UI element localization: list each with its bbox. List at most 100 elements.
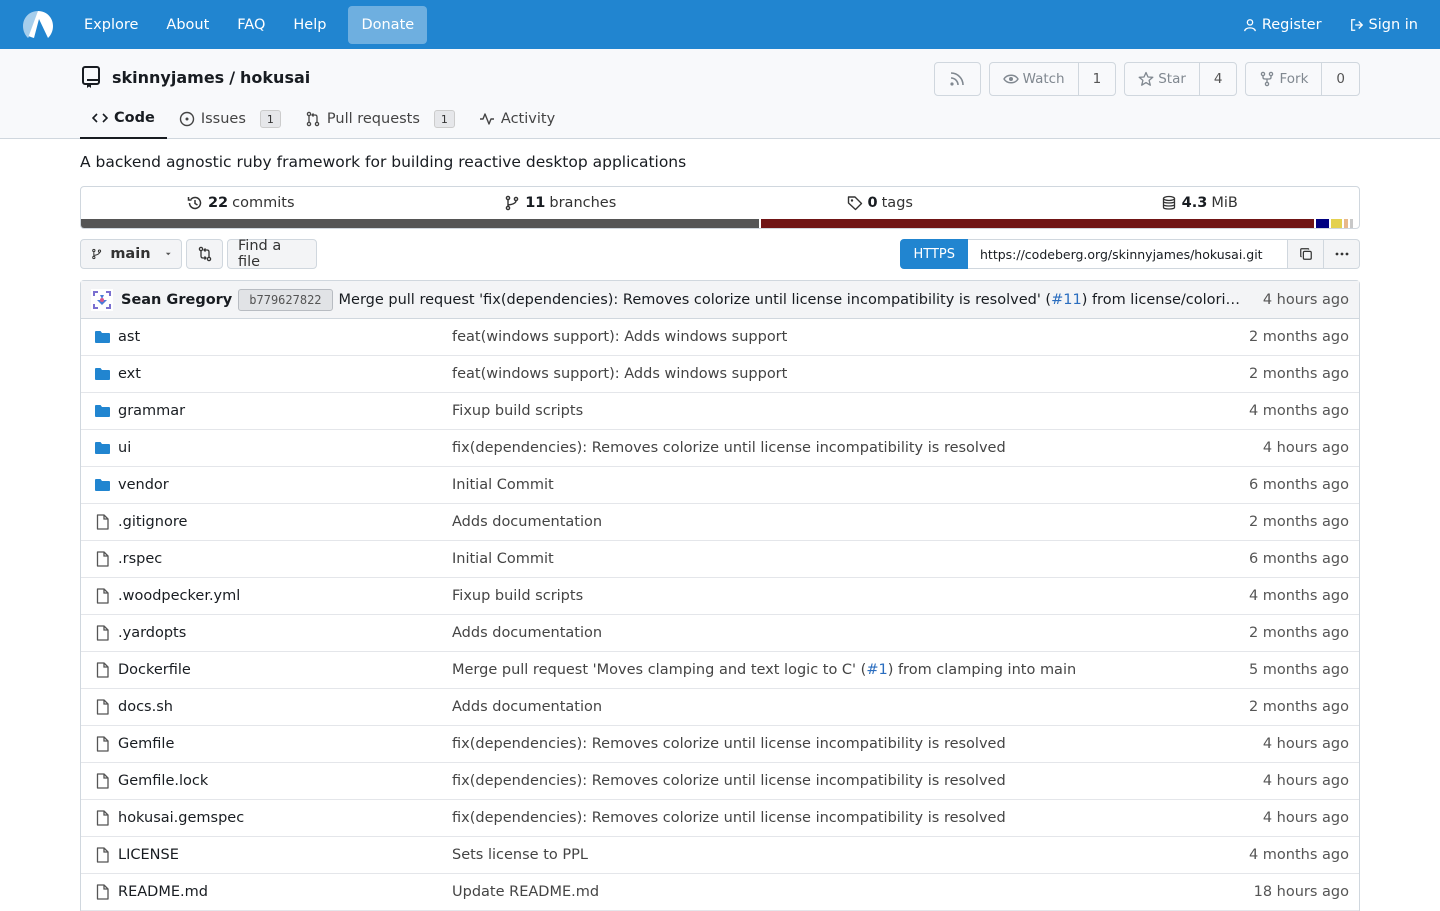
row-commit-message[interactable]: Fixup build scripts [452,403,1209,419]
nav-explore[interactable]: Explore [70,6,152,44]
row-pr-link[interactable]: #1 [866,662,887,678]
row-commit-message[interactable]: Initial Commit [452,551,1209,567]
file-name[interactable]: hokusai.gemspec [118,810,244,826]
commits-stat[interactable]: 22 commits [81,195,401,211]
language-segment[interactable] [1350,219,1356,228]
repo-owner-link[interactable]: skinnyjames [112,68,224,87]
branch-selector[interactable]: main [80,239,182,269]
file-name[interactable]: Dockerfile [118,662,191,678]
sign-in-link[interactable]: Sign in [1336,6,1432,44]
file-entry[interactable]: .gitignore [94,514,452,530]
branches-label: branches [549,195,617,211]
row-commit-message[interactable]: Update README.md [452,884,1209,900]
nav-faq[interactable]: FAQ [223,6,279,44]
register-label: Register [1261,16,1322,33]
language-bar[interactable] [81,219,1359,228]
donate-button[interactable]: Donate [348,5,428,44]
commit-sha[interactable]: b779627822 [238,288,333,311]
row-commit-message[interactable]: fix(dependencies): Removes colorize unti… [452,773,1209,789]
tab-code[interactable]: Code [80,99,167,139]
tags-count: 0 [867,195,878,211]
file-name[interactable]: docs.sh [118,699,173,715]
file-entry[interactable]: ast [94,329,452,345]
file-name[interactable]: .woodpecker.yml [118,588,240,604]
file-name[interactable]: ast [118,329,140,345]
file-entry[interactable]: ext [94,366,452,382]
fork-button[interactable]: Fork 0 [1245,62,1360,96]
commit-message[interactable]: Merge pull request 'fix(dependencies): R… [339,292,1243,308]
file-entry[interactable]: vendor [94,477,452,493]
file-entry[interactable]: hokusai.gemspec [94,810,452,826]
file-name[interactable]: .yardopts [118,625,186,641]
row-commit-message[interactable]: fix(dependencies): Removes colorize unti… [452,440,1209,456]
row-commit-message[interactable]: fix(dependencies): Removes colorize unti… [452,736,1209,752]
commit-pr-link[interactable]: #11 [1051,292,1082,308]
row-commit-message[interactable]: Initial Commit [452,477,1209,493]
nav-about[interactable]: About [152,6,223,44]
fork-count[interactable]: 0 [1321,63,1359,95]
row-commit-message[interactable]: Adds documentation [452,699,1209,715]
pulse-icon [479,113,494,125]
tags-stat[interactable]: 0 tags [720,195,1040,211]
file-name[interactable]: grammar [118,403,185,419]
tab-code-label: Code [114,110,155,126]
file-icon [96,810,109,826]
row-commit-message[interactable]: Sets license to PPL [452,847,1209,863]
file-entry[interactable]: Dockerfile [94,662,452,678]
copy-url-button[interactable] [1288,239,1324,269]
star-button[interactable]: Star 4 [1124,62,1238,96]
file-name[interactable]: Gemfile.lock [118,773,208,789]
file-name[interactable]: vendor [118,477,169,493]
language-segment[interactable] [760,219,1316,228]
avatar[interactable] [91,288,113,311]
file-name[interactable]: Gemfile [118,736,174,752]
watch-count[interactable]: 1 [1077,63,1116,95]
file-entry[interactable]: Gemfile [94,736,452,752]
row-commit-message[interactable]: Fixup build scripts [452,588,1209,604]
row-commit-message[interactable]: Adds documentation [452,514,1209,530]
find-file-button[interactable]: Find a file [227,238,317,270]
row-commit-message[interactable]: fix(dependencies): Removes colorize unti… [452,810,1209,826]
https-toggle[interactable]: HTTPS [900,239,968,269]
file-entry[interactable]: docs.sh [94,699,452,715]
more-options-button[interactable] [1324,239,1360,269]
file-name[interactable]: LICENSE [118,847,179,863]
file-entry[interactable]: .yardopts [94,625,452,641]
row-commit-time: 4 months ago [1248,847,1349,863]
tab-activity[interactable]: Activity [467,99,567,139]
rss-button[interactable] [933,62,981,96]
file-name[interactable]: ui [118,440,131,456]
watch-button[interactable]: Watch 1 [988,62,1117,96]
codeberg-logo[interactable] [20,7,56,43]
register-link[interactable]: Register [1229,6,1336,44]
language-segment[interactable] [1330,219,1344,228]
row-commit-message[interactable]: feat(windows support): Adds windows supp… [452,329,1209,345]
repo-tabs: Code Issues 1 Pull requests 1 Activity [80,99,567,139]
compare-button[interactable] [186,239,223,269]
file-name[interactable]: .gitignore [118,514,187,530]
repo-name-link[interactable]: hokusai [240,68,310,87]
commit-author[interactable]: Sean Gregory [121,292,232,308]
file-entry[interactable]: Gemfile.lock [94,773,452,789]
row-commit-message[interactable]: Merge pull request 'Moves clamping and t… [452,662,1209,678]
row-commit-message[interactable]: feat(windows support): Adds windows supp… [452,366,1209,382]
language-segment[interactable] [1315,219,1331,228]
tab-pull-requests[interactable]: Pull requests 1 [293,99,467,139]
nav-help[interactable]: Help [279,6,340,44]
file-entry[interactable]: README.md [94,884,452,900]
file-name[interactable]: .rspec [118,551,162,567]
file-entry[interactable]: .rspec [94,551,452,567]
file-entry[interactable]: .woodpecker.yml [94,588,452,604]
file-entry[interactable]: ui [94,440,452,456]
language-segment[interactable] [81,219,761,228]
star-count[interactable]: 4 [1198,63,1237,95]
file-name[interactable]: README.md [118,884,208,900]
file-entry[interactable]: grammar [94,403,452,419]
row-message-text: Fixup build scripts [452,403,584,419]
tab-issues[interactable]: Issues 1 [167,99,293,139]
clone-url-input[interactable]: https://codeberg.org/skinnyjames/hokusai… [968,239,1288,269]
file-entry[interactable]: LICENSE [94,847,452,863]
row-commit-message[interactable]: Adds documentation [452,625,1209,641]
branches-stat[interactable]: 11 branches [401,195,721,211]
file-name[interactable]: ext [118,366,141,382]
